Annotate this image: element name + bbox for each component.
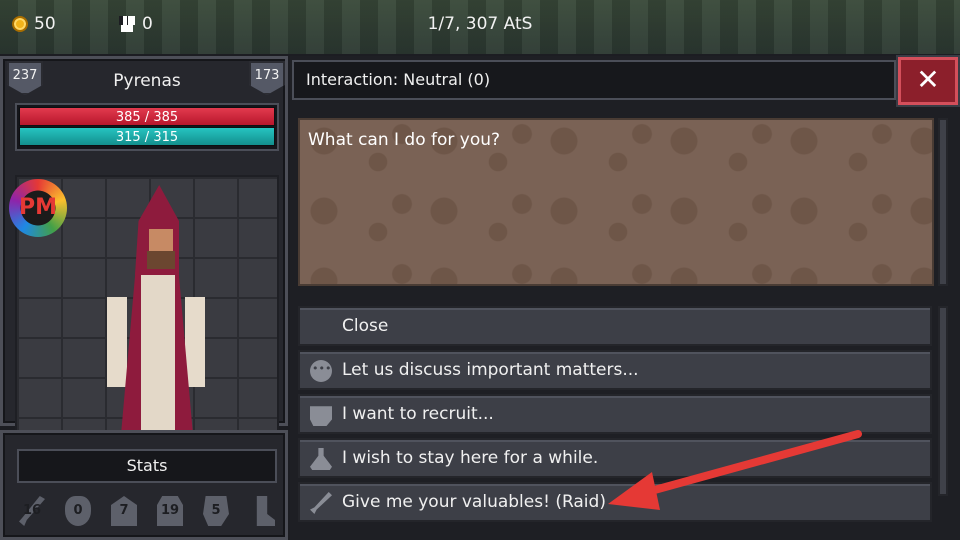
close-icon: ✕ xyxy=(916,63,940,96)
annotation-arrow-icon xyxy=(608,430,862,510)
defense-shield-icon[interactable]: 0 xyxy=(63,494,93,528)
options-scrollbar[interactable] xyxy=(938,306,948,496)
option-close[interactable]: Close xyxy=(298,306,932,346)
boots-icon[interactable] xyxy=(247,494,277,528)
option-label: Let us discuss important matters... xyxy=(342,360,639,380)
stats-button[interactable]: Stats xyxy=(17,449,277,483)
dialog-box: What can I do for you? xyxy=(298,118,934,286)
dialog-scrollbar[interactable] xyxy=(938,118,948,286)
dialog-text: What can I do for you? xyxy=(308,130,501,150)
stat-icons-row: 16 0 7 19 5 xyxy=(17,491,277,531)
chest-armor-icon[interactable]: 19 xyxy=(155,494,185,528)
vitals-bars: 385 / 385 315 / 315 xyxy=(15,103,279,151)
option-label: Give me your valuables! (Raid) xyxy=(342,492,606,512)
top-bar: 50 0 1/7, 307 AtS xyxy=(0,0,960,54)
watermark-logo: PM xyxy=(9,179,67,237)
attack-sword-icon[interactable]: 16 xyxy=(17,494,47,528)
stats-panel: Stats 16 0 7 19 5 xyxy=(0,430,288,540)
gloves-icon[interactable]: 5 xyxy=(201,494,231,528)
close-button[interactable]: ✕ xyxy=(898,57,958,105)
health-bar: 385 / 385 xyxy=(19,107,275,126)
helmet-icon[interactable]: 7 xyxy=(109,494,139,528)
option-label: I wish to stay here for a while. xyxy=(342,448,599,468)
option-label: I want to recruit... xyxy=(342,404,494,424)
mana-bar: 315 / 315 xyxy=(19,127,275,146)
option-discuss[interactable]: Let us discuss important matters... xyxy=(298,350,932,390)
character-panel: 237 Pyrenas 173 385 / 385 315 / 315 ⌃ PM xyxy=(0,56,288,540)
sword-icon xyxy=(310,492,332,514)
flask-icon xyxy=(310,448,332,470)
chat-bubble-icon xyxy=(310,351,332,387)
character-name: Pyrenas xyxy=(113,71,181,91)
fist-icon xyxy=(310,406,332,426)
option-label: Close xyxy=(342,316,389,336)
date-display: 1/7, 307 AtS xyxy=(427,14,533,34)
interaction-title: Interaction: Neutral (0) xyxy=(292,60,896,100)
